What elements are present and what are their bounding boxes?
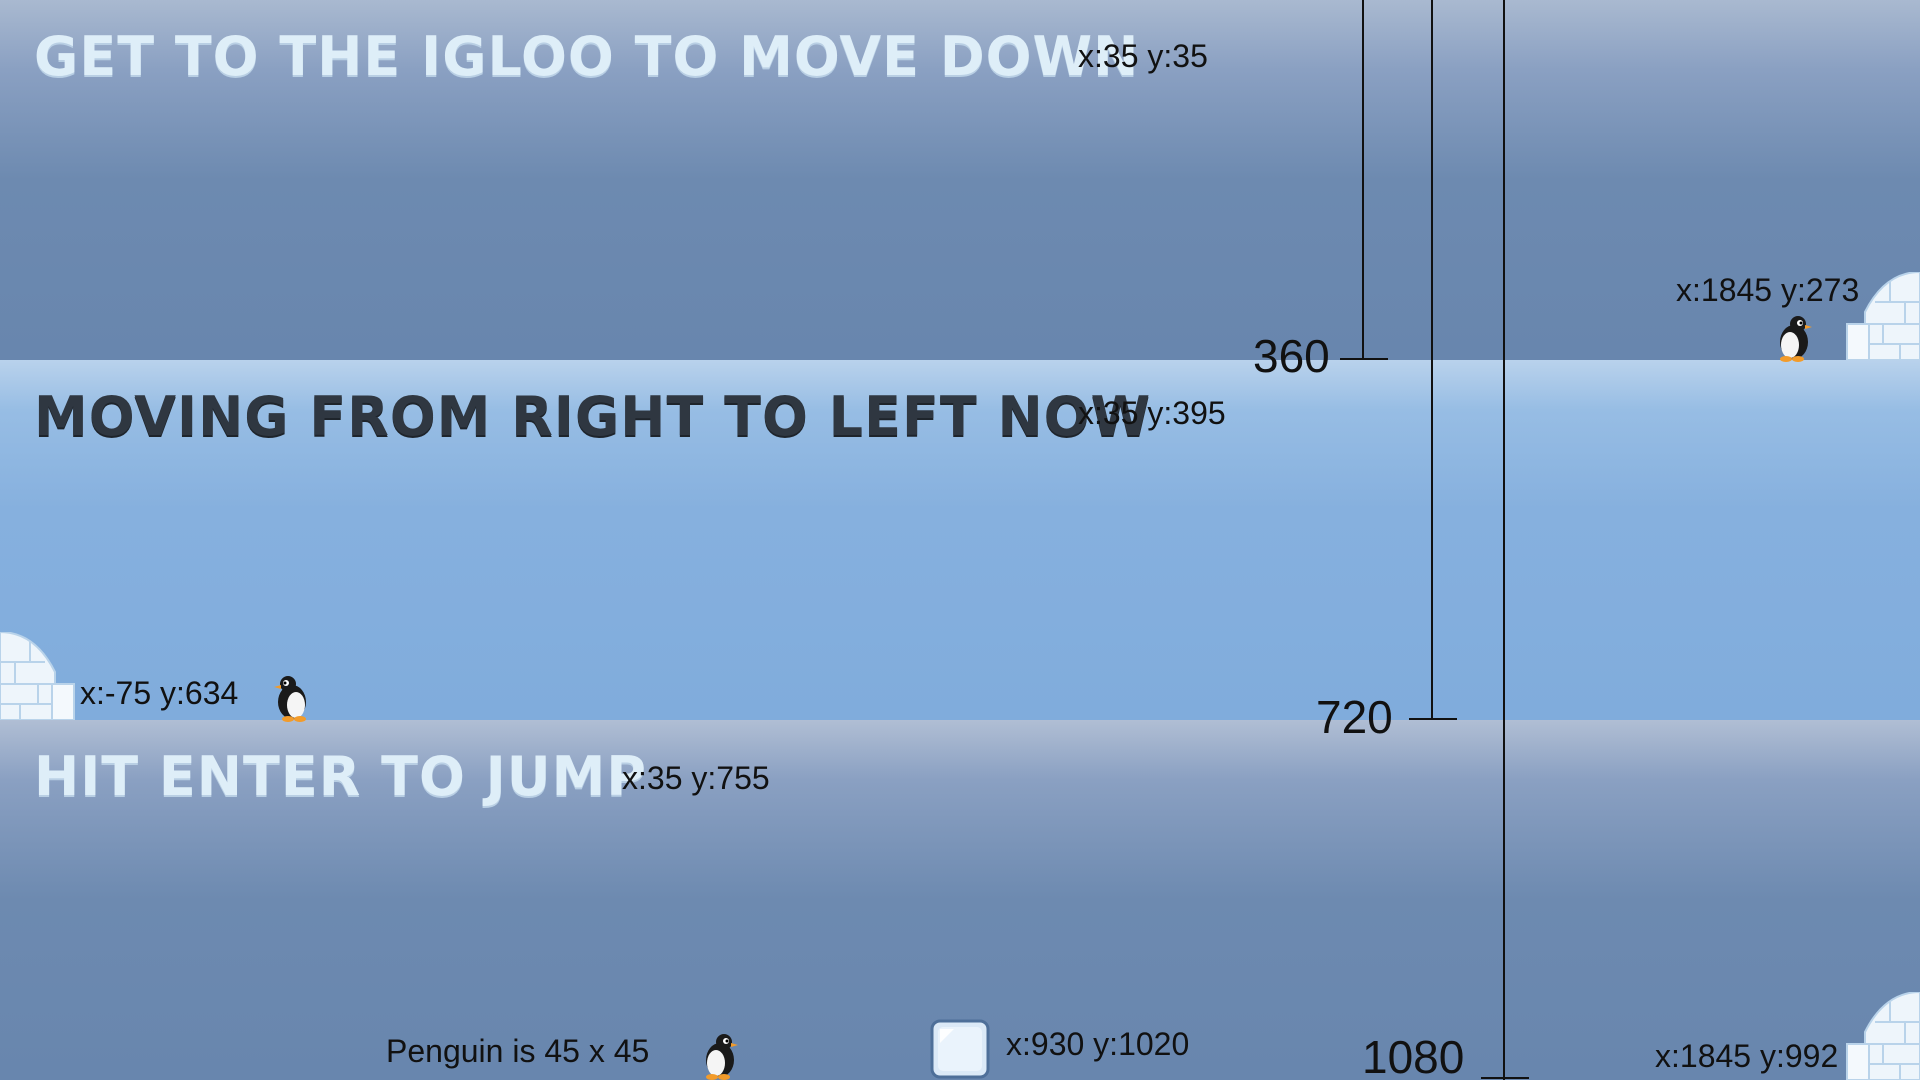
penguin-icon — [706, 1034, 738, 1080]
level-2-igloo-coord: x:-75 y:634 — [80, 675, 239, 711]
scale-tick-360 — [1340, 358, 1388, 360]
igloo-icon — [1846, 272, 1920, 360]
scale-label-720: 720 — [1316, 691, 1393, 743]
level-2-heading: MOVING FROM RIGHT TO LEFT NOW — [34, 385, 1152, 448]
level-1-igloo-coord: x:1845 y:273 — [1676, 272, 1860, 308]
level-3-heading-coord: x:35 y:755 — [622, 760, 770, 796]
igloo-icon — [1846, 992, 1920, 1080]
penguin-icon — [1780, 316, 1812, 362]
scale-label-1080: 1080 — [1362, 1031, 1465, 1083]
level-3-igloo-coord: x:1845 y:992 — [1655, 1038, 1839, 1074]
level-1-heading: GET TO THE IGLOO TO MOVE DOWN — [34, 25, 1140, 88]
scale-tick-1080 — [1481, 1077, 1529, 1079]
scale-label-360: 360 — [1253, 330, 1330, 382]
ice-block-coord: x:930 y:1020 — [1006, 1026, 1190, 1062]
scale-tick-720 — [1409, 718, 1457, 720]
penguin-icon — [274, 676, 306, 722]
level-2-heading-coord: x:35 y:395 — [1078, 395, 1226, 431]
scale-line-1080 — [1503, 0, 1505, 1080]
scale-line-360 — [1362, 0, 1364, 360]
penguin-size-note: Penguin is 45 x 45 — [386, 1033, 650, 1069]
level-3-heading: HIT ENTER TO JUMP — [34, 745, 647, 808]
level-1-heading-coord: x:35 y:35 — [1078, 38, 1208, 74]
igloo-icon — [0, 632, 75, 720]
ice-block-icon — [930, 1019, 990, 1079]
scale-line-720 — [1431, 0, 1433, 720]
